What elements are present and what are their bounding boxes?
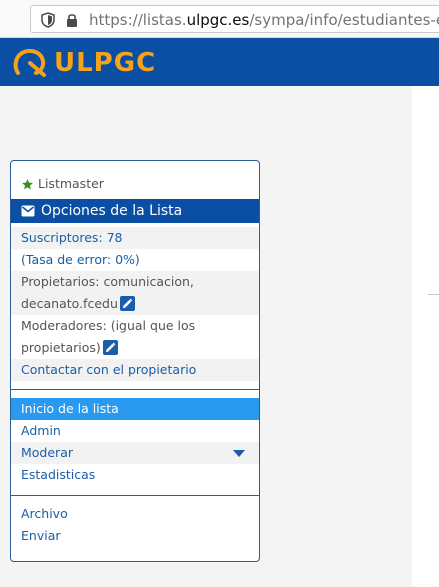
listmaster-text: Listmaster xyxy=(38,176,104,191)
owners-names: decanato.fcedu xyxy=(21,296,118,311)
nav-moderate[interactable]: Moderar xyxy=(11,442,259,464)
moderators-names: propietarios) xyxy=(21,340,101,355)
url-domain: ulpgc.es xyxy=(186,11,250,29)
nav-moderate-label: Moderar xyxy=(21,445,73,460)
subscribers-link[interactable]: Suscriptores: 78 xyxy=(11,227,259,249)
list-options-title: Opciones de la Lista xyxy=(11,199,259,223)
url-suffix: /sympa/info/estudiantes-ed xyxy=(249,11,439,29)
nav-send[interactable]: Enviar xyxy=(11,525,259,547)
contact-owner-link[interactable]: Contactar con el propietario xyxy=(11,359,259,381)
edit-owners-button[interactable] xyxy=(119,296,135,311)
ulpgc-logo[interactable]: ULPGC xyxy=(12,48,156,78)
moderators-label: Moderadores: (igual que los xyxy=(21,318,196,333)
content-area xyxy=(412,86,439,587)
site-header: ULPGC xyxy=(0,38,439,86)
section-divider xyxy=(11,495,259,496)
address-bar[interactable]: https://listas.ulpgc.es/sympa/info/estud… xyxy=(30,5,439,33)
chevron-down-icon[interactable] xyxy=(233,450,245,457)
shield-icon[interactable] xyxy=(41,12,55,28)
section-divider xyxy=(11,389,259,390)
ulpgc-logo-icon xyxy=(13,49,46,77)
edit-moderators-button[interactable] xyxy=(102,340,118,355)
url-prefix: https://listas. xyxy=(89,11,187,29)
moderators-line2: propietarios) xyxy=(21,337,259,359)
pencil-icon xyxy=(122,298,133,309)
star-icon xyxy=(22,178,33,189)
nav-archive[interactable]: Archivo xyxy=(11,503,259,525)
url-text[interactable]: https://listas.ulpgc.es/sympa/info/estud… xyxy=(89,11,439,29)
owners-info: Propietarios: comunicacion, decanato.fce… xyxy=(11,271,259,315)
list-options-sidebar: Listmaster Opciones de la Lista Suscript… xyxy=(10,160,260,562)
error-rate-link[interactable]: (Tasa de error: 0%) xyxy=(11,249,259,271)
listmaster-label: Listmaster xyxy=(11,171,259,197)
nav-admin[interactable]: Admin xyxy=(11,420,259,442)
envelope-icon xyxy=(21,205,35,217)
list-options-title-text: Opciones de la Lista xyxy=(41,203,183,219)
pencil-icon xyxy=(105,342,116,353)
owners-line2: decanato.fcedu xyxy=(21,293,259,315)
moderators-info: Moderadores: (igual que los propietarios… xyxy=(11,315,259,359)
browser-toolbar: https://listas.ulpgc.es/sympa/info/estud… xyxy=(0,0,439,38)
owners-label: Propietarios: comunicacion, xyxy=(21,274,194,289)
content-divider xyxy=(428,294,439,295)
nav-statistics[interactable]: Estadisticas xyxy=(11,464,259,486)
logo-text: ULPGC xyxy=(54,48,157,78)
lock-icon[interactable] xyxy=(65,12,79,28)
nav-list-home[interactable]: Inicio de la lista xyxy=(11,398,259,420)
